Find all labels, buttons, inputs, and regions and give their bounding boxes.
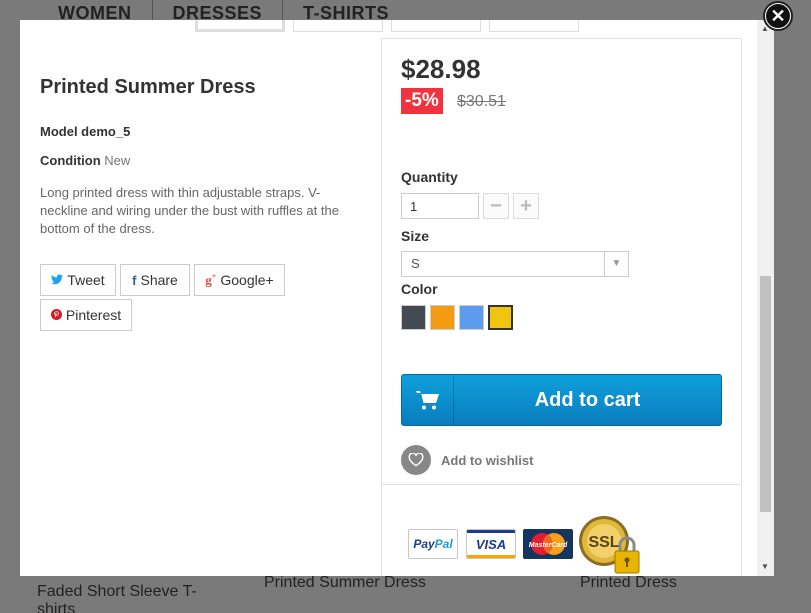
thumbnail[interactable]	[391, 20, 481, 32]
thumbnail[interactable]	[195, 20, 285, 32]
color-swatch[interactable]	[459, 305, 484, 330]
paypal-logo-text: Pay	[413, 537, 435, 551]
pinterest-icon	[50, 307, 62, 323]
twitter-icon	[51, 273, 64, 288]
thumbnail[interactable]	[293, 20, 383, 32]
product-model: Model demo_5	[40, 124, 131, 139]
product-title: Printed Summer Dress	[40, 76, 256, 98]
minus-icon: −	[490, 195, 502, 217]
cart-icon	[402, 375, 454, 425]
nav-item-dresses[interactable]: DRESSES	[151, 0, 283, 23]
mastercard-logo: MasterCard	[523, 529, 573, 559]
ssl-lock-icon: SSL	[578, 513, 643, 576]
buy-box: $28.98 -5% $30.51 Quantity − + Size S ▼ …	[381, 38, 742, 576]
quantity-increase-button[interactable]: +	[513, 193, 539, 219]
payment-methods: Pay Pal VISA MasterCard SSL	[382, 485, 741, 576]
visa-logo-text: VISA	[475, 536, 507, 552]
heart-icon	[401, 445, 431, 475]
paypal-logo: Pay Pal	[408, 529, 458, 559]
product-condition: Condition New	[40, 153, 130, 168]
size-select[interactable]: S ▼	[401, 251, 629, 277]
close-icon: ✕	[766, 4, 790, 28]
old-price: $30.51	[457, 93, 506, 110]
pinterest-label: Pinterest	[65, 307, 122, 323]
color-swatch-selected[interactable]	[488, 305, 513, 330]
scrollbar-thumb[interactable]	[760, 276, 771, 512]
mastercard-logo-text: MasterCard	[529, 542, 568, 549]
bg-product-name[interactable]: Printed Summer Dress	[264, 574, 426, 592]
google-plus-button[interactable]: g+ Google+	[194, 264, 285, 296]
background-product-list: Faded Short Sleeve T-shirts Printed Summ…	[0, 574, 811, 613]
nav-item-women[interactable]: WOMEN	[38, 0, 152, 23]
discount-badge: -5%	[401, 88, 443, 114]
chevron-down-icon: ▼	[604, 252, 628, 276]
add-to-wishlist-label: Add to wishlist	[441, 452, 534, 468]
current-price: $28.98	[401, 54, 481, 84]
quantity-decrease-button[interactable]: −	[483, 193, 509, 219]
tweet-button[interactable]: Tweet	[40, 264, 116, 296]
ssl-text: SSL	[588, 534, 619, 551]
nav-item-tshirts[interactable]: T-SHIRTS	[282, 0, 409, 23]
close-modal-button[interactable]: ✕	[763, 1, 793, 31]
condition-label: Condition	[40, 153, 101, 168]
scroll-down-arrow-icon[interactable]: ▼	[761, 562, 769, 571]
background-nav: WOMEN DRESSES T-SHIRTS	[38, 0, 409, 23]
size-value: S	[411, 256, 420, 271]
bg-product-name[interactable]: Printed Dress	[580, 574, 677, 592]
pinterest-button[interactable]: Pinterest	[40, 299, 132, 331]
product-description: Long printed dress with thin adjustable …	[40, 185, 339, 236]
quantity-input[interactable]	[401, 193, 479, 219]
facebook-icon: f	[132, 272, 137, 288]
plus-icon: +	[520, 195, 532, 217]
quick-view-modal: Printed Summer Dress Model demo_5 Condit…	[20, 20, 774, 576]
bg-product-name[interactable]: Faded Short Sleeve T-shirts	[37, 583, 197, 613]
color-swatch[interactable]	[401, 305, 426, 330]
scrollbar[interactable]: ▲ ▼	[757, 20, 774, 576]
size-label: Size	[401, 228, 430, 244]
tweet-label: Tweet	[67, 272, 105, 288]
color-label: Color	[401, 281, 438, 297]
add-to-wishlist[interactable]: Add to wishlist	[401, 445, 533, 475]
share-button[interactable]: f Share	[120, 264, 190, 296]
thumbnail[interactable]	[489, 20, 579, 32]
color-swatch[interactable]	[430, 305, 455, 330]
google-plus-label: Google+	[220, 272, 274, 288]
quantity-label: Quantity	[401, 169, 458, 185]
add-to-cart-label: Add to cart	[534, 388, 641, 411]
add-to-cart-button[interactable]: Add to cart	[401, 374, 722, 426]
image-thumbnails	[195, 20, 579, 32]
paypal-logo-text: Pal	[434, 537, 453, 551]
visa-logo: VISA	[466, 529, 516, 559]
share-label: Share	[140, 272, 178, 288]
condition-value: New	[104, 153, 131, 168]
google-plus-icon: g+	[205, 271, 217, 288]
